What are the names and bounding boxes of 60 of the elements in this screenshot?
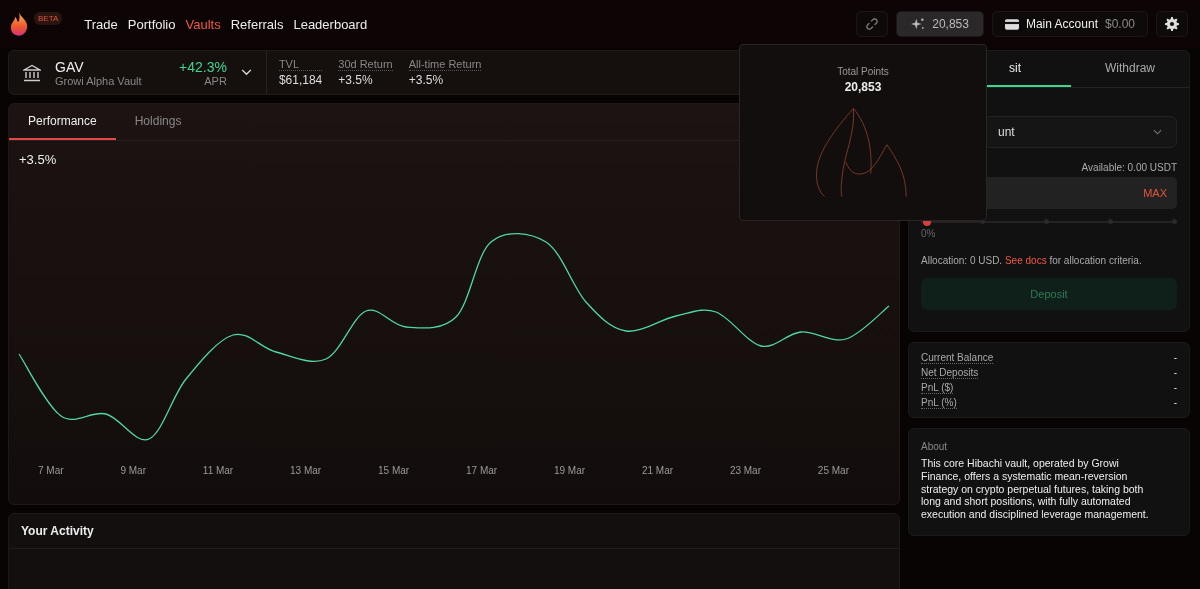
date-label: 9 Mar (120, 465, 146, 476)
link-button[interactable] (856, 11, 889, 37)
card-icon (1004, 18, 1019, 30)
deposit-tab[interactable]: Withdraw (1071, 51, 1189, 87)
slider-reading: 0% (921, 228, 936, 239)
popover-points: 20,853 (844, 80, 882, 94)
chart-tab[interactable]: Performance (9, 104, 116, 140)
settings-icon (1165, 17, 1179, 31)
date-label: 7 Mar (38, 465, 64, 476)
nav-link[interactable]: Trade (84, 16, 118, 32)
max-button[interactable]: MAX (1143, 187, 1167, 199)
vault-symbol: GAV (55, 58, 85, 75)
stat-label: 30d Return (338, 58, 393, 71)
sparkle-icon (911, 17, 926, 31)
nav-link[interactable]: Portfolio (127, 16, 176, 32)
date-label: 21 Mar (641, 465, 674, 476)
nav-link[interactable]: Referrals (230, 16, 284, 32)
allocation-text: Allocation: 0 USD. See docs for allocation criteria. (921, 255, 1143, 266)
settings-button[interactable] (1156, 11, 1188, 37)
balance-label: PnL (%) (921, 397, 957, 409)
beta-badge: BETA (34, 12, 63, 25)
bank-icon (23, 63, 41, 82)
link-icon (865, 17, 880, 31)
available-balance: Available: 0.00 USDT (1080, 162, 1177, 173)
date-label: 15 Mar (378, 465, 410, 476)
account-button[interactable]: Main Account $0.00 (991, 11, 1148, 37)
date-label: 23 Mar (729, 465, 761, 476)
nav-link[interactable]: Vaults (185, 16, 221, 32)
balance-value: - (1173, 397, 1177, 409)
date-label: 17 Mar (466, 465, 498, 476)
about-title: About (921, 441, 949, 452)
balance-label: Net Deposits (921, 367, 979, 379)
stat-label: TVL (278, 58, 323, 71)
balance-label: PnL ($) (921, 382, 954, 394)
nav-link[interactable]: Leaderboard (293, 16, 368, 32)
balance-value: - (1173, 367, 1177, 379)
chevron-down-icon[interactable] (240, 69, 252, 76)
balance-value: - (1173, 382, 1177, 394)
about-text: This core Hibachi vault, operated by Growi Finance, offers a systematic mean-reversion strategy on crypto perpetual futures, taking both long and short positions, with fully automated execution and disciplined leverage management. (921, 457, 1150, 521)
balance-label: Current Balance (921, 352, 994, 364)
points-button[interactable]: 20,853 (896, 11, 984, 37)
date-label: 25 Mar (817, 465, 849, 476)
stat-value: +3.5% (338, 73, 374, 87)
date-label: 13 Mar (290, 465, 322, 476)
popover-title: Total Points (837, 66, 889, 77)
balance-value: - (1173, 352, 1177, 364)
flame-logo-icon[interactable] (10, 12, 28, 36)
activity-title: Your Activity (21, 524, 94, 538)
vault-name: Growi Alpha Vault (55, 74, 143, 87)
apr-label: APR (204, 74, 227, 87)
date-label: 19 Mar (553, 465, 586, 476)
chart-tab[interactable]: Holdings (115, 104, 201, 140)
stat-value: +3.5% (408, 73, 445, 87)
return-value: +3.5% (18, 151, 57, 167)
stat-value: $61,184 (278, 73, 323, 87)
stat-label: All-time Return (408, 58, 482, 71)
date-label: 11 Mar (202, 465, 234, 476)
docs-link[interactable]: See docs (1004, 255, 1047, 266)
apr-value: +42.3% (179, 58, 227, 75)
chevron-down-icon (1153, 129, 1162, 135)
